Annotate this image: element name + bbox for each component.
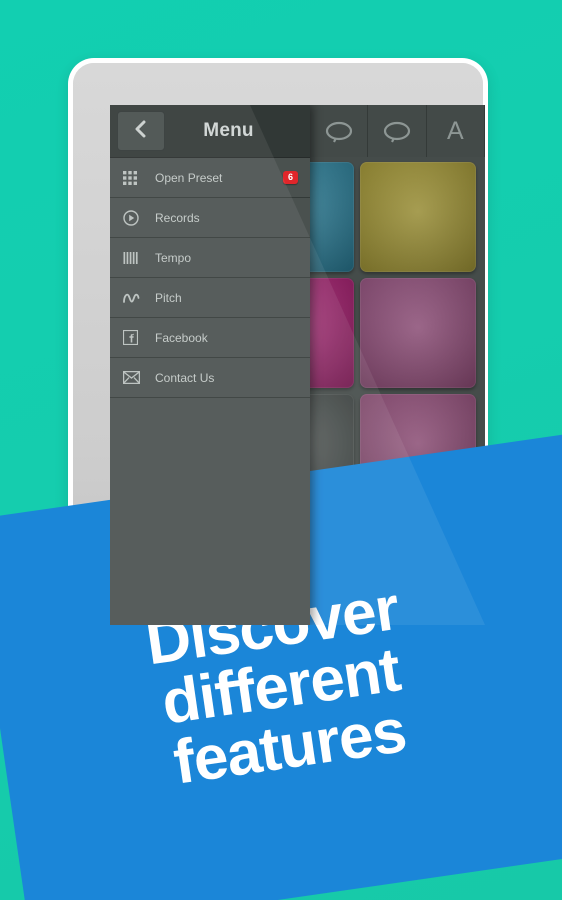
menu-item-label: Facebook xyxy=(155,330,208,345)
menu-item-contact-us[interactable]: Contact Us xyxy=(110,358,310,398)
toolbar-loop-button-2[interactable] xyxy=(368,105,427,157)
menu-item-pitch[interactable]: Pitch xyxy=(110,278,310,318)
play-circle-icon xyxy=(123,209,145,226)
drawer-title: Menu xyxy=(203,120,254,141)
envelope-icon xyxy=(123,371,145,384)
waveform-icon xyxy=(123,290,145,306)
facebook-icon xyxy=(123,330,145,345)
pad-cell[interactable] xyxy=(359,162,476,272)
letter-a-icon: A xyxy=(446,116,464,145)
menu-item-facebook[interactable]: Facebook xyxy=(110,318,310,358)
menu-item-label: Records xyxy=(155,210,200,225)
toolbar-text-button[interactable]: A xyxy=(426,105,485,157)
menu-item-label: Open Preset xyxy=(155,170,223,185)
menu-item-label: Pitch xyxy=(155,290,182,305)
menu-item-records[interactable]: Records xyxy=(110,198,310,238)
pad-cell[interactable] xyxy=(359,278,476,388)
grid-icon xyxy=(123,170,145,185)
menu-item-label: Contact Us xyxy=(155,370,215,385)
back-button[interactable] xyxy=(117,111,165,151)
drawer-header: Menu xyxy=(110,105,310,158)
bars-icon xyxy=(123,251,145,265)
menu-item-tempo[interactable]: Tempo xyxy=(110,238,310,278)
screenshot-stage: A Menu Open Preset 6 Records Tempo Pitch… xyxy=(0,0,562,900)
loop-icon xyxy=(324,119,354,143)
menu-item-open-preset[interactable]: Open Preset 6 xyxy=(110,158,310,198)
loop-icon xyxy=(382,119,412,143)
toolbar-loop-button-1[interactable] xyxy=(310,105,369,157)
status-badge: 6 xyxy=(282,171,298,184)
chevron-left-icon xyxy=(132,119,150,144)
navigation-drawer: Menu Open Preset 6 Records Tempo Pitch F… xyxy=(110,105,310,625)
menu-item-label: Tempo xyxy=(155,250,192,265)
drawer-menu-list: Open Preset 6 Records Tempo Pitch Facebo… xyxy=(110,158,310,398)
